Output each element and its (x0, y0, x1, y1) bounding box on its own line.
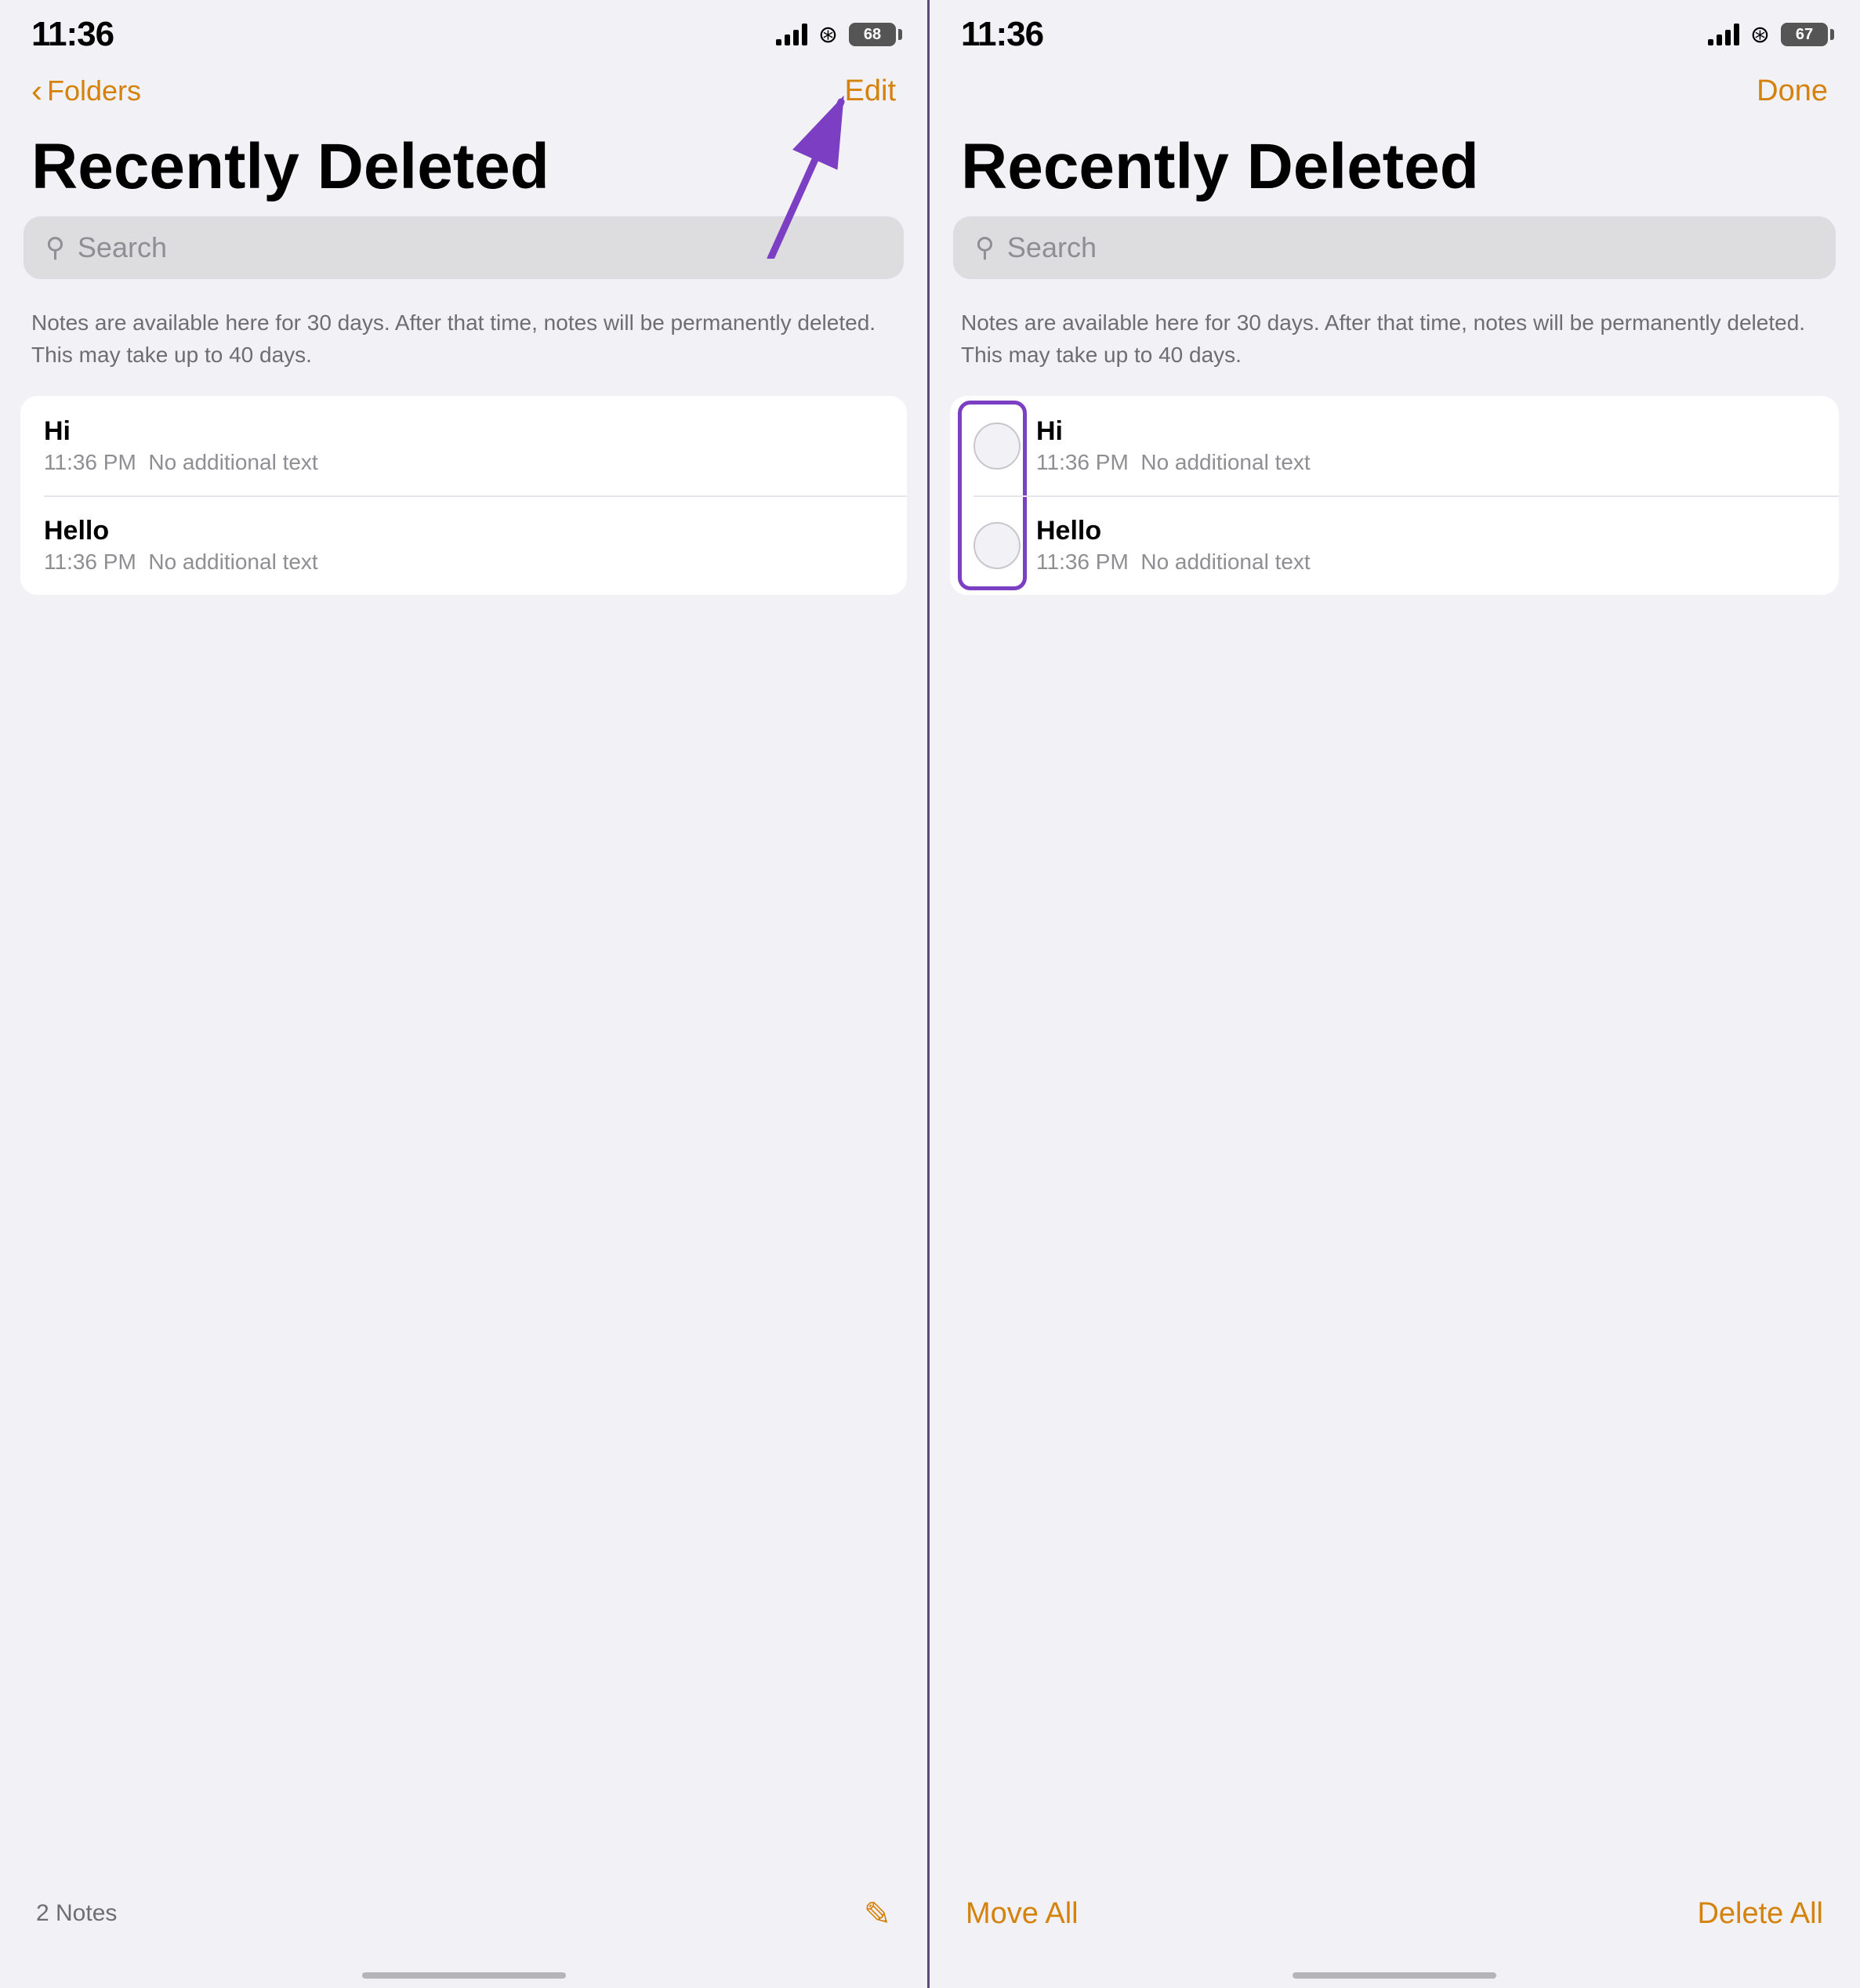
list-item[interactable]: Hello 11:36 PM No additional text (950, 495, 1839, 595)
notes-list-right: Hi 11:36 PM No additional text Hello 11:… (950, 396, 1839, 595)
battery-left: 68 (849, 23, 896, 46)
edit-button[interactable]: Edit (845, 74, 896, 108)
note-title: Hello (1036, 516, 1815, 546)
note-subtitle: No additional text (1140, 550, 1310, 574)
note-meta: 11:36 PM No additional text (44, 450, 883, 475)
note-meta: 11:36 PM No additional text (1036, 450, 1815, 475)
search-bar-right[interactable]: ⚲ Search (953, 216, 1836, 279)
right-panel: 11:36 ⊛ 67 Done Recently Deleted ⚲ Searc… (930, 0, 1859, 1988)
note-meta: 11:36 PM No additional text (44, 550, 883, 575)
note-time: 11:36 PM (1036, 550, 1129, 574)
search-placeholder-right: Search (1007, 231, 1097, 264)
note-content: Hello 11:36 PM No additional text (1036, 516, 1815, 575)
note-content: Hello 11:36 PM No additional text (44, 516, 883, 575)
done-button[interactable]: Done (1757, 74, 1828, 108)
wifi-icon-left: ⊛ (818, 21, 838, 49)
note-time: 11:36 PM (1036, 450, 1129, 474)
bottom-bar-left: 2 Notes ✎ (0, 1863, 927, 1988)
note-subtitle: No additional text (148, 550, 317, 574)
nav-bar-right: Done (930, 63, 1859, 125)
note-title: Hi (1036, 416, 1815, 447)
home-indicator-left (362, 1972, 566, 1979)
note-content: Hi 11:36 PM No additional text (44, 416, 883, 475)
search-bar-left[interactable]: ⚲ Search (24, 216, 904, 279)
select-circle-1[interactable] (974, 423, 1021, 470)
time-left: 11:36 (31, 15, 114, 54)
note-time: 11:36 PM (44, 450, 136, 474)
list-item[interactable]: Hello 11:36 PM No additional text (20, 495, 907, 595)
search-icon-right: ⚲ (975, 232, 995, 263)
back-label: Folders (47, 74, 141, 107)
note-subtitle: No additional text (1140, 450, 1310, 474)
move-all-button[interactable]: Move All (966, 1897, 1079, 1931)
signal-icon-left (776, 24, 807, 45)
page-title-right: Recently Deleted (930, 125, 1859, 216)
notes-list-left: Hi 11:36 PM No additional text Hello 11:… (20, 396, 907, 595)
note-title: Hello (44, 516, 883, 546)
select-circle-2[interactable] (974, 522, 1021, 569)
note-content: Hi 11:36 PM No additional text (1036, 416, 1815, 475)
notes-count: 2 Notes (36, 1900, 117, 1927)
time-right: 11:36 (961, 15, 1043, 54)
search-placeholder-left: Search (78, 231, 167, 264)
status-bar-right: 11:36 ⊛ 67 (930, 0, 1859, 63)
compose-icon[interactable]: ✎ (864, 1895, 891, 1933)
page-title-left: Recently Deleted (0, 125, 927, 216)
list-item[interactable]: Hi 11:36 PM No additional text (20, 396, 907, 495)
status-icons-left: ⊛ 68 (776, 21, 896, 49)
note-time: 11:36 PM (44, 550, 136, 574)
home-indicator-right (1293, 1972, 1496, 1979)
bottom-bar-right: Move All Delete All (930, 1863, 1859, 1988)
back-button[interactable]: ‹ Folders (31, 74, 141, 107)
note-meta: 11:36 PM No additional text (1036, 550, 1815, 575)
battery-right: 67 (1781, 23, 1828, 46)
search-icon-left: ⚲ (45, 232, 65, 263)
nav-bar-left: ‹ Folders Edit (0, 63, 927, 125)
info-text-left: Notes are available here for 30 days. Af… (0, 301, 927, 396)
note-subtitle: No additional text (148, 450, 317, 474)
chevron-left-icon: ‹ (31, 74, 42, 107)
info-text-right: Notes are available here for 30 days. Af… (930, 301, 1859, 396)
delete-all-button[interactable]: Delete All (1697, 1897, 1823, 1931)
wifi-icon-right: ⊛ (1750, 21, 1770, 49)
note-title: Hi (44, 416, 883, 447)
status-bar-left: 11:36 ⊛ 68 (0, 0, 927, 63)
signal-icon-right (1708, 24, 1739, 45)
list-item[interactable]: Hi 11:36 PM No additional text (950, 396, 1839, 495)
status-icons-right: ⊛ 67 (1708, 21, 1828, 49)
left-panel: 11:36 ⊛ 68 ‹ Folders Edit Recently Delet… (0, 0, 930, 1988)
